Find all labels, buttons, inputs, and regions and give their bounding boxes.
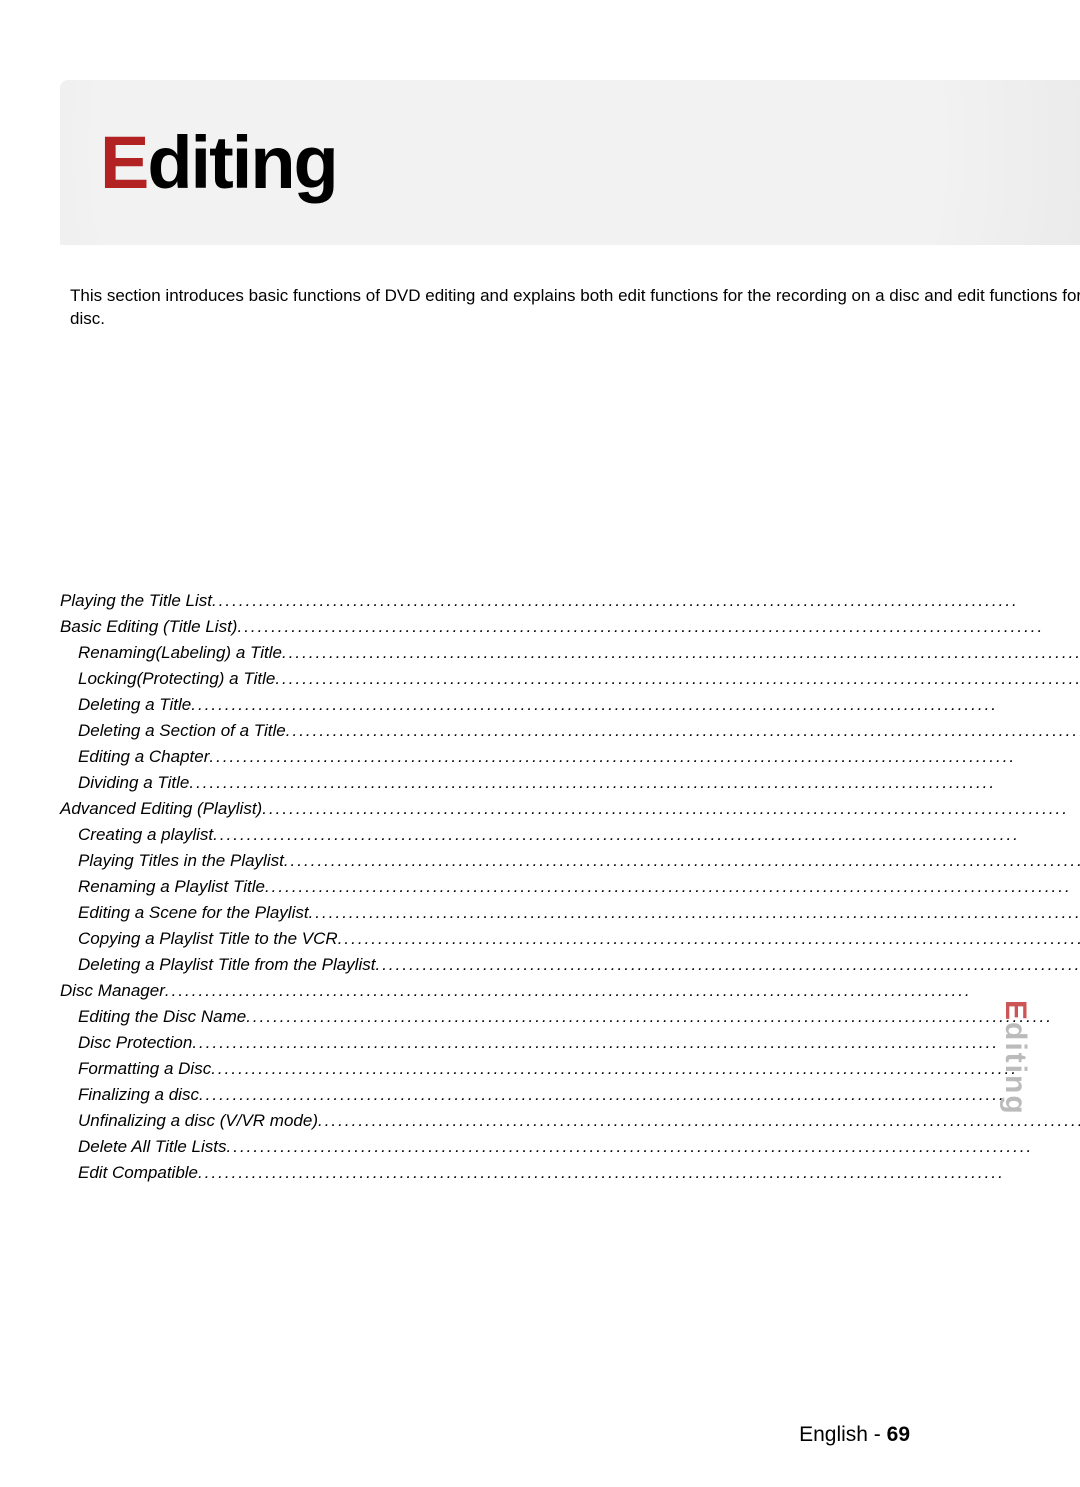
toc-entry: Finalizing a disc86 [60, 1085, 1080, 1105]
toc-entry: Playing the Title List69 [60, 591, 1080, 611]
toc-name: Deleting a Section of a Title [78, 721, 286, 741]
toc-entry: Deleting a Playlist Title from the Playl… [60, 955, 1080, 975]
toc-entry: Copying a Playlist Title to the VCR83 [60, 929, 1080, 949]
toc-entry: Advanced Editing (Playlist)78 [60, 799, 1080, 819]
side-tab-initial: E [999, 1000, 1032, 1022]
toc-name: Dividing a Title [78, 773, 189, 793]
section-intro: This section introduces basic functions … [60, 285, 1080, 331]
section-title-rest: diting [147, 121, 336, 204]
toc-entry: Unfinalizing a disc (V/VR mode)87 [60, 1111, 1080, 1131]
toc-name: Playing the Title List [60, 591, 212, 611]
toc-name: Deleting a Playlist Title from the Playl… [78, 955, 375, 975]
side-tab-rest: diting [999, 1022, 1032, 1116]
toc-name: Basic Editing (Title List) [60, 617, 237, 637]
toc-entry: Delete All Title Lists88 [60, 1137, 1080, 1157]
toc-entry: Deleting a Section of a Title73 [60, 721, 1080, 741]
page-footer: English - 69 [799, 1423, 910, 1447]
toc-entry: Playing Titles in the Playlist79 [60, 851, 1080, 871]
manual-page: Editing This section introduces basic fu… [0, 0, 1080, 1487]
toc-entry: Renaming(Labeling) a Title71 [60, 643, 1080, 663]
toc-name: Copying a Playlist Title to the VCR [78, 929, 338, 949]
left-column: Editing This section introduces basic fu… [60, 80, 1080, 1437]
toc-entry: Formatting a Disc86 [60, 1059, 1080, 1079]
toc-entry: Edit Compatible89 [60, 1163, 1080, 1183]
toc-name: Finalizing a disc [78, 1085, 199, 1105]
toc-name: Editing a Scene for the Playlist [78, 903, 309, 923]
toc-entry: Disc Protection85 [60, 1033, 1080, 1053]
toc-entry: Creating a playlist78 [60, 825, 1080, 845]
toc-name: Playing Titles in the Playlist [78, 851, 284, 871]
toc-entry: Dividing a Title77 [60, 773, 1080, 793]
toc-name: Delete All Title Lists [78, 1137, 227, 1157]
toc-name: Advanced Editing (Playlist) [60, 799, 262, 819]
toc-name: Unfinalizing a disc (V/VR mode) [78, 1111, 318, 1131]
toc-entry: Editing a Scene for the Playlist80 [60, 903, 1080, 923]
section-header: Editing [60, 80, 1080, 245]
side-tab: Editing [998, 1000, 1032, 1116]
toc-name: Disc Manager [60, 981, 165, 1001]
toc-name: Deleting a Title [78, 695, 191, 715]
toc-entry: Editing the Disc Name84 [60, 1007, 1080, 1027]
toc-entry: Basic Editing (Title List)71 [60, 617, 1080, 637]
toc-name: Editing the Disc Name [78, 1007, 246, 1027]
toc-name: Locking(Protecting) a Title [78, 669, 275, 689]
toc-name: Renaming a Playlist Title [78, 877, 265, 897]
toc-name: Renaming(Labeling) a Title [78, 643, 282, 663]
toc-name: Editing a Chapter [78, 747, 209, 767]
toc-entry: Editing a Chapter75 [60, 747, 1080, 767]
toc-entry: Disc Manager84 [60, 981, 1080, 1001]
section-title-initial: E [100, 121, 147, 204]
two-column-layout: Editing This section introduces basic fu… [60, 80, 1020, 1437]
table-of-contents: Playing the Title List69 Basic Editing (T… [60, 591, 1080, 1183]
toc-name: Disc Protection [78, 1033, 192, 1053]
toc-entry: Renaming a Playlist Title79 [60, 877, 1080, 897]
toc-entry: Deleting a Title73 [60, 695, 1080, 715]
toc-name: Creating a playlist [78, 825, 213, 845]
toc-name: Formatting a Disc [78, 1059, 211, 1079]
toc-entry: Locking(Protecting) a Title72 [60, 669, 1080, 689]
toc-name: Edit Compatible [78, 1163, 198, 1183]
